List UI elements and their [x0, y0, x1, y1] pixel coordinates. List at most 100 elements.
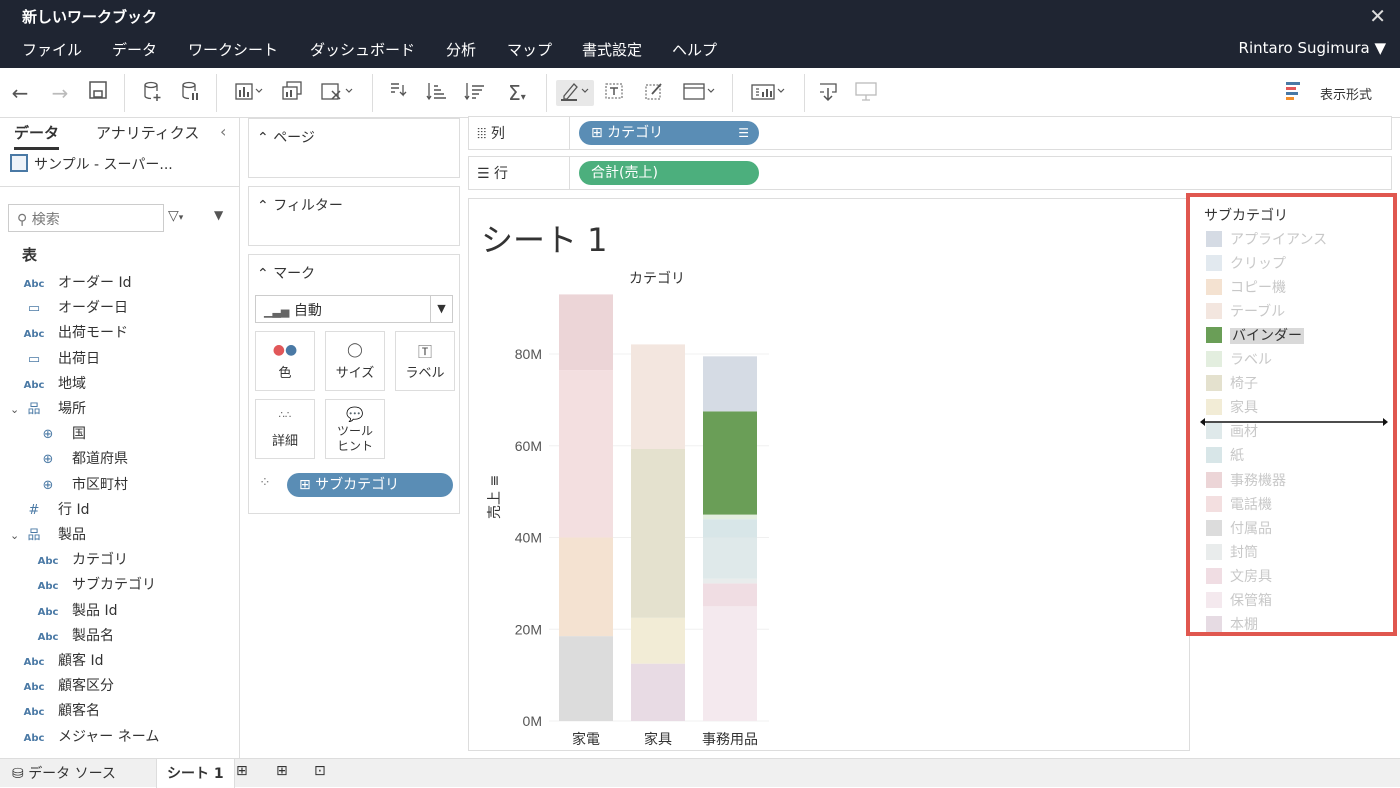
columns-pill[interactable]: ⊞ カテゴリ ☰	[579, 121, 759, 145]
field-item[interactable]: ▭ オーダー日	[22, 296, 128, 320]
legend-item[interactable]: 電話機	[1206, 494, 1272, 516]
legend-item[interactable]: 保管箱	[1206, 590, 1272, 612]
filters-card[interactable]: ⌃ フィルター	[248, 186, 460, 246]
size-button[interactable]: ◯ サイズ	[325, 331, 385, 391]
show-mark-labels-icon[interactable]	[602, 80, 626, 106]
duplicate-sheet-icon[interactable]	[280, 80, 304, 106]
field-item[interactable]: Abc カテゴリ	[36, 548, 128, 572]
field-item[interactable]: Abc 顧客区分	[22, 674, 114, 698]
datasource-tab[interactable]: ⛁ データ ソース	[12, 763, 116, 783]
field-item[interactable]: ⊕ 市区町村	[36, 473, 128, 497]
chevron-down-icon[interactable]: ⌄	[10, 398, 22, 422]
field-item[interactable]: Abc サブカテゴリ	[36, 573, 156, 597]
legend-item[interactable]: 事務機器	[1206, 470, 1286, 492]
pause-updates-icon[interactable]	[178, 80, 202, 106]
legend-item[interactable]: 文房具	[1206, 566, 1272, 588]
field-item[interactable]: Abc 顧客名	[22, 699, 100, 723]
field-item[interactable]: ⌄ 品 場所	[10, 397, 86, 421]
forward-icon[interactable]: →	[48, 80, 72, 106]
bar-segment	[559, 294, 613, 371]
color-pill[interactable]: ⊞ サブカテゴリ	[287, 473, 453, 497]
chevron-down-icon[interactable]: ⌄	[10, 524, 22, 548]
legend-item[interactable]: テーブル	[1206, 301, 1285, 323]
new-datasource-icon[interactable]	[140, 80, 164, 106]
presentation-icon[interactable]	[854, 80, 878, 106]
menu-data[interactable]: データ	[112, 39, 157, 60]
field-item[interactable]: Abc 地域	[22, 372, 86, 396]
field-item[interactable]: Abc オーダー Id	[22, 271, 132, 295]
swap-rows-columns-icon[interactable]	[386, 80, 410, 106]
bar-segment	[631, 617, 685, 664]
legend-item[interactable]: コピー機	[1206, 277, 1286, 299]
menu-map[interactable]: マップ	[507, 39, 552, 60]
menu-worksheet[interactable]: ワークシート	[188, 39, 278, 60]
legend-item[interactable]: アプライアンス	[1206, 229, 1327, 251]
pages-card[interactable]: ⌃ ページ	[248, 118, 460, 178]
menu-help[interactable]: ヘルプ	[672, 39, 717, 60]
highlight-icon[interactable]	[556, 80, 594, 106]
menu-dashboard[interactable]: ダッシュボード	[310, 39, 415, 60]
legend-resize-handle[interactable]	[1200, 416, 1390, 428]
legend-item[interactable]: 付属品	[1206, 518, 1272, 540]
legend-label: 文房具	[1230, 568, 1272, 585]
totals-icon[interactable]: Σ▾	[502, 80, 532, 106]
legend-item[interactable]: 本棚	[1206, 614, 1258, 632]
download-icon[interactable]	[816, 80, 840, 106]
sheet-tab[interactable]: シート 1	[156, 759, 235, 788]
rows-pill[interactable]: 合計(売上)	[579, 161, 759, 185]
color-button[interactable]: ●● 色	[255, 331, 315, 391]
field-item[interactable]: ▭ 出荷日	[22, 347, 100, 371]
sort-ascending-icon[interactable]	[424, 80, 448, 106]
field-item[interactable]: ⊕ 国	[36, 422, 86, 446]
show-me-icon[interactable]	[1286, 82, 1302, 100]
save-icon[interactable]	[86, 80, 110, 106]
legend-item[interactable]: 椅子	[1206, 373, 1258, 395]
field-item[interactable]: Abc 製品名	[36, 624, 114, 648]
chevron-up-icon[interactable]: ⌃	[257, 266, 269, 282]
menu-analysis[interactable]: 分析	[446, 39, 476, 60]
new-dashboard-tab-icon[interactable]: ⊞	[276, 763, 288, 779]
field-item[interactable]: Abc 出荷モード	[22, 321, 128, 345]
new-worksheet-tab-icon[interactable]: ⊞	[236, 763, 248, 779]
fit-view-icon[interactable]	[680, 80, 718, 106]
rows-icon: ☰	[477, 166, 490, 182]
legend-item[interactable]: クリップ	[1206, 253, 1286, 275]
tab-analytics[interactable]: アナリティクス	[96, 122, 199, 143]
menu-format[interactable]: 書式設定	[582, 39, 642, 60]
format-workbook-icon[interactable]	[642, 80, 666, 106]
new-story-tab-icon[interactable]: ⊡	[314, 763, 326, 779]
close-icon[interactable]: ✕	[1369, 4, 1386, 28]
field-item[interactable]: Abc 顧客 Id	[22, 649, 104, 673]
legend-item[interactable]: ラベル	[1206, 349, 1272, 371]
label-button[interactable]: 🅃 ラベル	[395, 331, 455, 391]
pane-menu-icon[interactable]: ▼	[214, 208, 223, 222]
collapse-pane-icon[interactable]: ‹	[220, 122, 226, 141]
field-item[interactable]: ⊕ 都道府県	[36, 447, 128, 471]
back-icon[interactable]: ←	[8, 80, 32, 106]
new-worksheet-icon[interactable]	[232, 80, 266, 106]
filter-icon[interactable]: ▽▾	[168, 208, 183, 224]
field-item[interactable]: Abc メジャー ネーム	[22, 725, 160, 749]
field-label: 顧客名	[58, 703, 100, 720]
mark-type-select[interactable]: ▁▃▅ 自動 ▼	[255, 295, 453, 323]
menu-file[interactable]: ファイル	[22, 39, 82, 60]
user-menu[interactable]: Rintaro Sugimura ▼	[1239, 39, 1386, 57]
legend-item[interactable]: バインダー	[1206, 325, 1304, 347]
field-item[interactable]: # 行 Id	[22, 498, 90, 522]
search-input[interactable]: ⚲ 検索	[8, 204, 164, 232]
field-item[interactable]: Abc 製品 Id	[36, 599, 118, 623]
field-item[interactable]: ⌄ 品 製品	[10, 523, 86, 547]
sort-descending-icon[interactable]	[462, 80, 486, 106]
datasource-item[interactable]: サンプル - スーパー...	[10, 154, 173, 174]
tab-data[interactable]: データ	[14, 122, 60, 150]
legend-item[interactable]: 紙	[1206, 445, 1244, 467]
chevron-up-icon[interactable]: ⌃	[257, 130, 269, 146]
clear-sheet-icon[interactable]	[318, 80, 356, 106]
chevron-up-icon[interactable]: ⌃	[257, 198, 269, 214]
show-me-button[interactable]: 表示形式	[1320, 84, 1372, 103]
detail-button[interactable]: ∴∴ 詳細	[255, 399, 315, 459]
tooltip-button[interactable]: 💬 ツールヒント	[325, 399, 385, 459]
show-hide-cards-icon[interactable]	[748, 80, 788, 106]
legend-item[interactable]: 封筒	[1206, 542, 1258, 564]
legend-label: 事務機器	[1230, 472, 1286, 489]
